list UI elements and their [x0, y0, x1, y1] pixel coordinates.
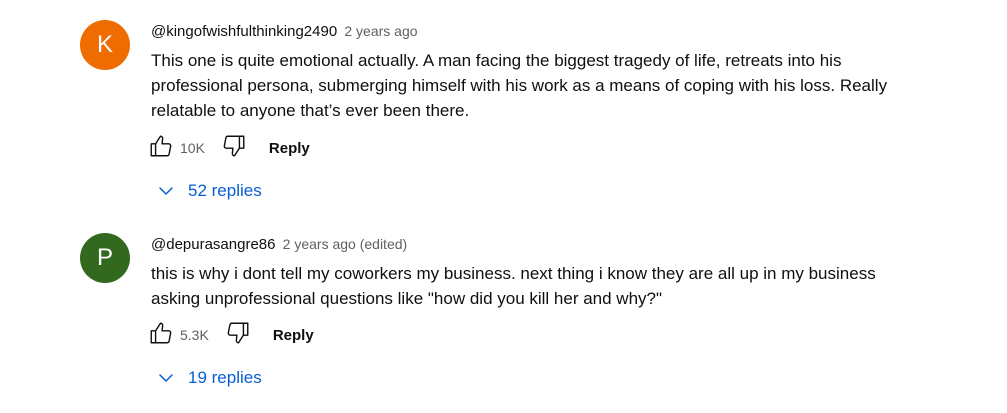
reply-button[interactable]: Reply	[269, 140, 310, 157]
thumbs-down-icon	[225, 320, 251, 351]
view-replies-button[interactable]: 19 replies	[156, 366, 262, 390]
replies-count-label[interactable]: 52 replies	[188, 181, 262, 201]
like-count: 10K	[180, 140, 205, 156]
comment-timestamp[interactable]: 2 years ago (edited)	[283, 236, 408, 252]
comment-header: @depurasangre86 2 years ago (edited)	[151, 234, 407, 255]
comment-text: this is why i dont tell my coworkers my …	[151, 261, 931, 311]
dislike-button[interactable]	[223, 320, 253, 350]
comment-text-line: relatable to anyone that’s ever been the…	[151, 101, 470, 120]
view-replies-button[interactable]: 52 replies	[156, 179, 262, 203]
comment-text: This one is quite emotional actually. A …	[151, 48, 931, 123]
like-button[interactable]	[146, 320, 176, 350]
comment-header: @kingofwishfulthinking2490 2 years ago	[151, 21, 418, 42]
author-name[interactable]: @depurasangre86	[151, 236, 275, 253]
comment-timestamp[interactable]: 2 years ago	[344, 23, 417, 39]
reply-button[interactable]: Reply	[273, 327, 314, 344]
like-count: 5.3K	[180, 327, 209, 343]
dislike-button[interactable]	[219, 133, 249, 163]
comment-text-line: professional persona, submerging himself…	[151, 76, 888, 95]
replies-count-label[interactable]: 19 replies	[188, 368, 262, 388]
thumbs-up-icon	[148, 320, 174, 351]
comment-actions: 5.3K Reply	[146, 320, 314, 350]
avatar[interactable]: K	[80, 20, 130, 70]
comment-text-line: This one is quite emotional actually. A …	[151, 51, 842, 70]
author-name[interactable]: @kingofwishfulthinking2490	[151, 23, 337, 40]
like-button[interactable]	[146, 133, 176, 163]
avatar[interactable]: P	[80, 233, 130, 283]
thumbs-up-icon	[148, 133, 174, 164]
comment-text-line: this is why i dont tell my coworkers my …	[151, 264, 876, 283]
thumbs-down-icon	[221, 133, 247, 164]
chevron-down-icon	[156, 368, 176, 388]
comment-actions: 10K Reply	[146, 133, 310, 163]
comment-text-line: asking unprofessional questions like "ho…	[151, 289, 663, 308]
chevron-down-icon	[156, 181, 176, 201]
